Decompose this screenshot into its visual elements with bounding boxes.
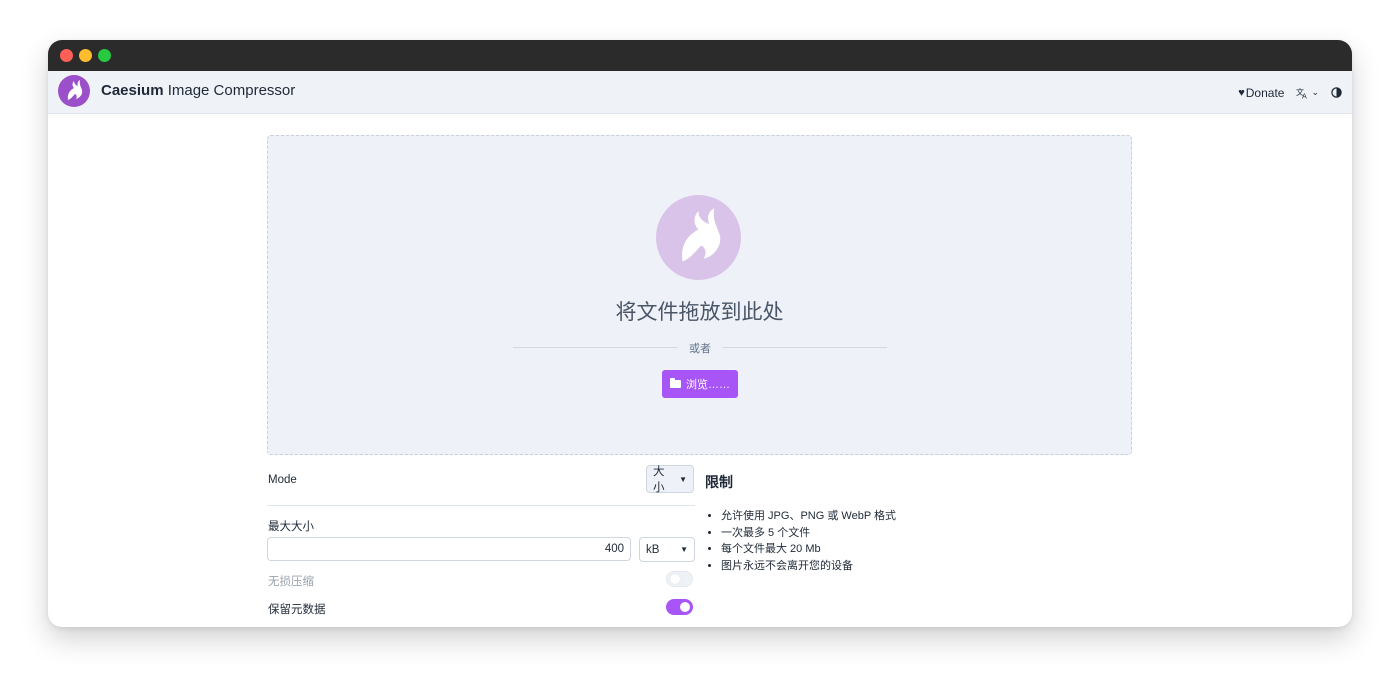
limits-panel: 限制 允许使用 JPG、PNG 或 WebP 格式 一次最多 5 个文件 每个文… [705,472,1125,574]
browse-button[interactable]: 浏览…… [662,370,738,398]
chevron-down-icon: ▼ [679,474,687,484]
theme-toggle[interactable] [1331,87,1342,98]
svg-text:A: A [1302,92,1307,99]
max-size-input[interactable]: 400 [267,537,631,561]
list-item: 每个文件最大 20 Mb [721,541,1125,558]
keep-metadata-label: 保留元数据 [268,604,326,616]
caesium-logo-icon [656,195,741,280]
unit-select-value: kB [646,543,660,556]
file-dropzone[interactable]: 将文件拖放到此处 或者 浏览…… [267,135,1132,455]
settings-divider [267,505,695,506]
keep-metadata-toggle[interactable] [666,599,693,615]
app-window: Caesium Image Compressor ♥ Donate 文 A ⌄ [48,40,1352,627]
maximize-window-button[interactable] [98,49,111,62]
mode-row: Mode 大小 ▼ [267,464,695,504]
lossless-toggle[interactable] [666,571,693,587]
folder-icon [670,378,681,388]
limits-list: 允许使用 JPG、PNG 或 WebP 格式 一次最多 5 个文件 每个文件最大… [705,508,1125,574]
heart-icon: ♥ [1238,86,1245,99]
toggle-knob [670,574,680,584]
unit-select[interactable]: kB ▼ [639,537,695,562]
list-item: 一次最多 5 个文件 [721,525,1125,542]
list-item: 图片永远不会离开您的设备 [721,558,1125,575]
donate-label: Donate [1245,85,1285,100]
list-item: 允许使用 JPG、PNG 或 WebP 格式 [721,508,1125,525]
divider-line [722,347,887,348]
close-window-button[interactable] [60,49,73,62]
app-header: Caesium Image Compressor ♥ Donate 文 A ⌄ [48,71,1352,114]
translate-icon: 文 A [1296,87,1307,99]
mode-label: Mode [268,474,297,486]
language-dropdown[interactable]: 文 A ⌄ [1296,87,1319,99]
window-titlebar [48,40,1352,71]
minimize-window-button[interactable] [79,49,92,62]
or-divider: 或者 [513,338,887,356]
limits-title: 限制 [705,474,733,490]
caesium-logo-icon[interactable] [58,75,90,107]
max-size-label: 最大大小 [268,521,314,533]
browse-label: 浏览…… [686,379,730,391]
dropzone-title: 将文件拖放到此处 [615,301,784,324]
mode-select-value: 大小 [653,466,665,494]
toggle-knob [680,602,690,612]
lossless-label: 无损压缩 [268,576,314,588]
app-title-rest: Image Compressor [163,82,296,99]
app-title: Caesium Image Compressor [101,82,295,99]
header-nav: ♥ Donate 文 A ⌄ [1238,71,1342,114]
donate-link[interactable]: ♥ Donate [1238,86,1284,100]
app-title-bold: Caesium [101,82,164,99]
contrast-icon [1331,87,1342,98]
chevron-down-icon: ⌄ [1311,87,1319,97]
mode-select[interactable]: 大小 ▼ [646,465,694,494]
or-text: 或者 [689,343,711,355]
chevron-down-icon: ▼ [680,545,688,554]
